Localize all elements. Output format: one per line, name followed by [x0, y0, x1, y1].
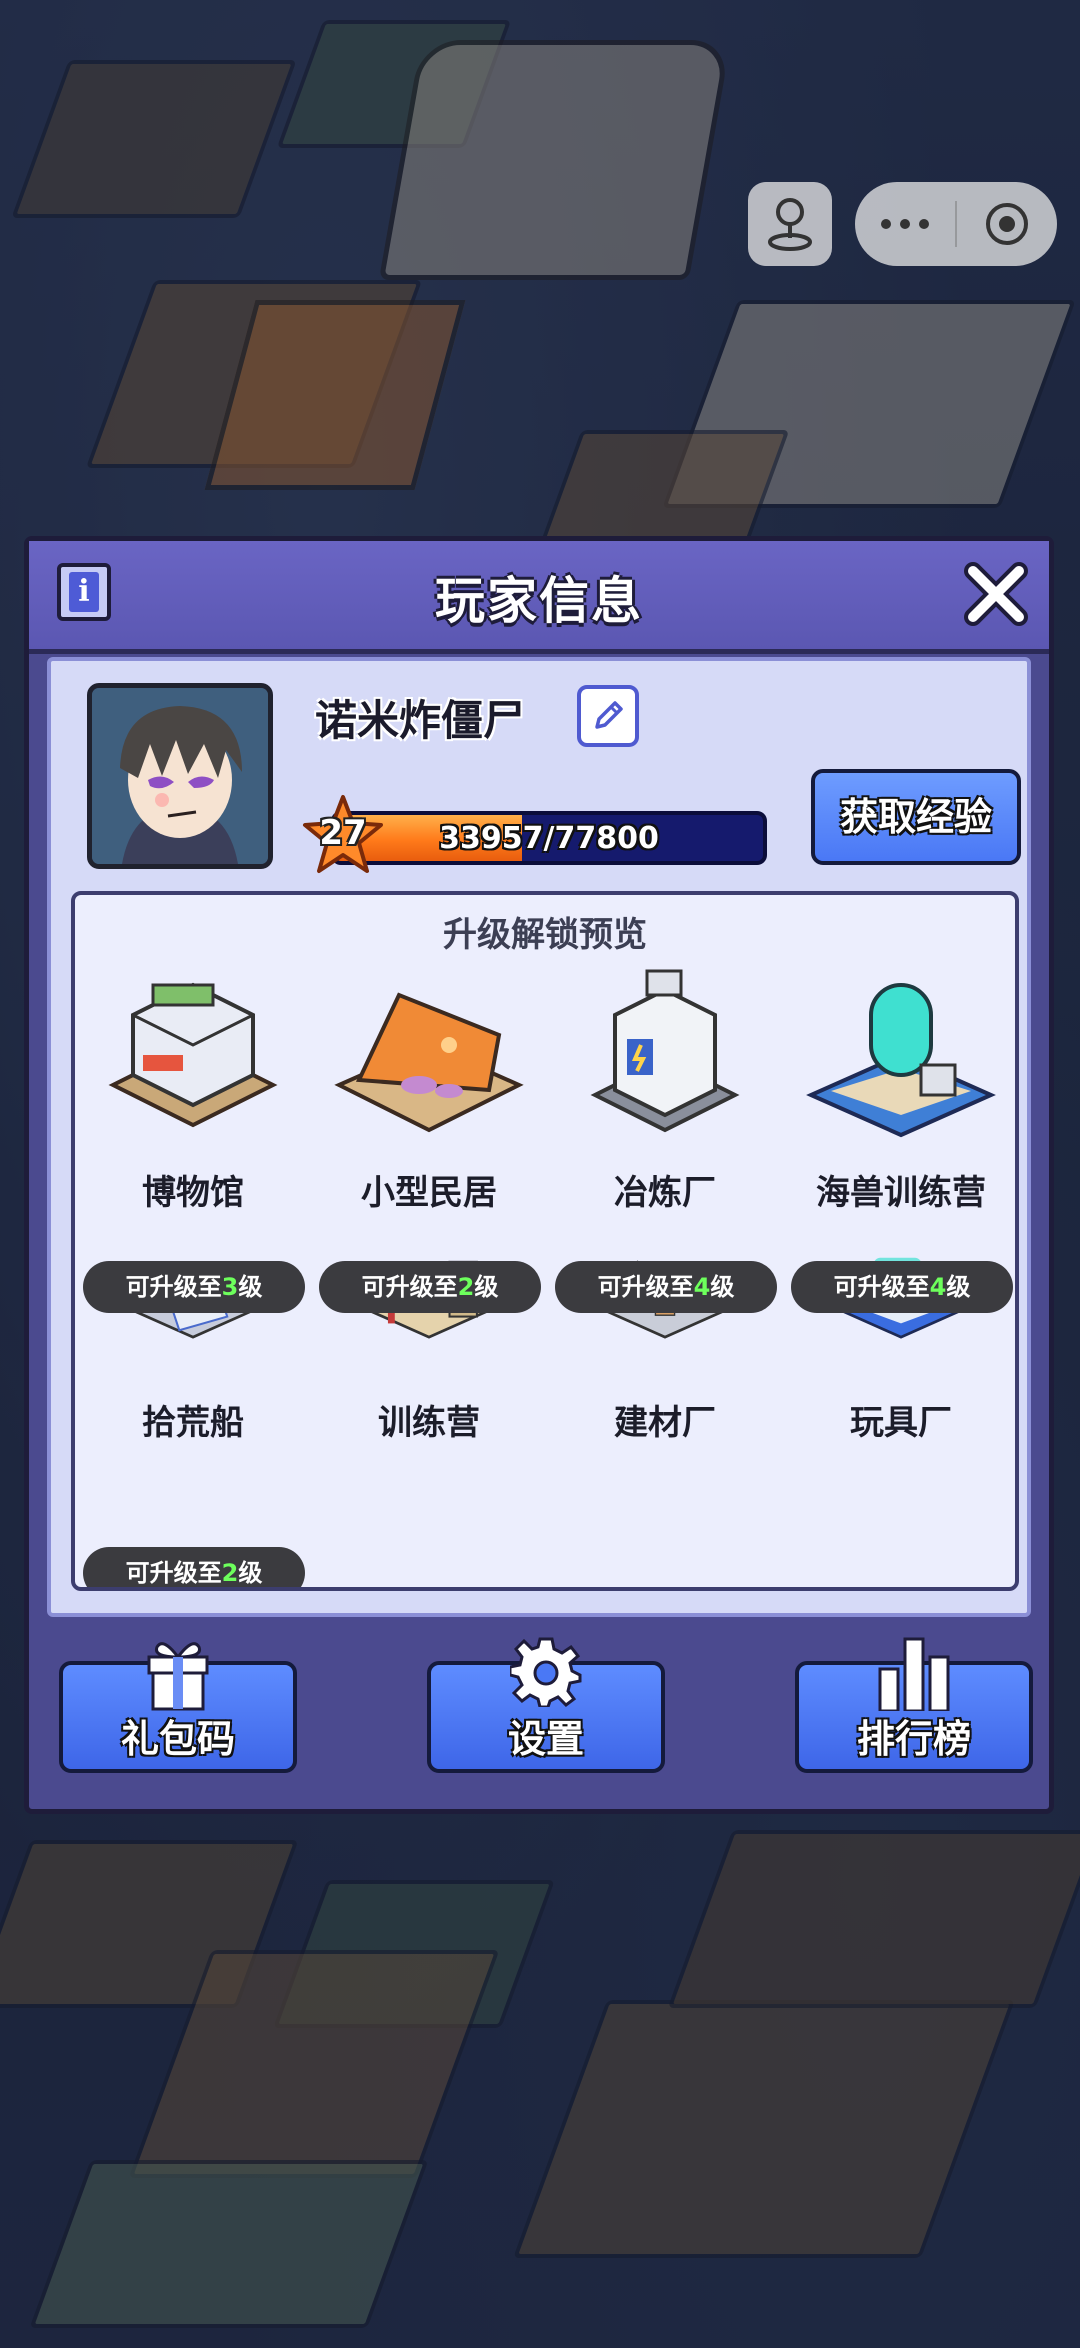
preview-title: 升级解锁预览 — [443, 915, 647, 955]
building-name: 玩具厂 — [850, 1403, 952, 1443]
player-level: 27 — [319, 813, 367, 853]
upgrade-badge: 可升级至4级 — [791, 1261, 1013, 1313]
upgrade-badge: 可升级至2级 — [83, 1547, 305, 1587]
xp-text: 33957/77800 — [439, 821, 659, 856]
more-button[interactable] — [855, 182, 955, 266]
avatar[interactable] — [87, 683, 273, 869]
upgrade-badge: 可升级至3级 — [83, 1261, 305, 1313]
building-name: 小型民居 — [361, 1173, 497, 1213]
avatar-portrait — [92, 688, 268, 864]
upgrade-badge: 可升级至2级 — [319, 1261, 541, 1313]
player-name: 诺米炸僵尸 — [315, 696, 526, 745]
gift-code-button[interactable]: 礼包码 — [59, 1642, 297, 1773]
record-icon — [986, 203, 1028, 245]
leaderboard-label: 排行榜 — [856, 1717, 971, 1761]
close-miniprogram-button[interactable] — [957, 182, 1057, 266]
leaderboard-button[interactable]: 排行榜 — [795, 1637, 1033, 1773]
close-button[interactable] — [961, 559, 1031, 629]
building-name: 海兽训练营 — [816, 1173, 986, 1213]
building-name: 博物馆 — [142, 1173, 244, 1213]
panel-content: 诺米炸僵尸 33957/77800 27 获取经验 升级解锁预览 博物馆 小型民… — [47, 657, 1031, 1617]
player-info-panel: i 玩家信息 诺米炸僵尸 33957/77800 27 获取经验 升级解锁预览 … — [24, 536, 1054, 1814]
gift-icon — [147, 1642, 209, 1711]
settings-label: 设置 — [507, 1717, 584, 1761]
building-smelter[interactable]: 冶炼厂 — [547, 965, 783, 1214]
close-icon — [964, 562, 1028, 626]
building-name: 冶炼厂 — [614, 1173, 716, 1213]
panel-header: i 玩家信息 — [29, 541, 1049, 654]
panel-title: 玩家信息 — [435, 572, 643, 630]
museum-image — [108, 982, 278, 1128]
building-name: 拾荒船 — [142, 1403, 244, 1443]
pencil-icon — [595, 701, 623, 729]
building-museum[interactable]: 博物馆 — [75, 965, 311, 1214]
smelter-image — [590, 969, 740, 1133]
edit-name-button[interactable] — [577, 685, 639, 747]
settings-button[interactable]: 设置 — [427, 1637, 665, 1773]
get-exp-button[interactable]: 获取经验 — [811, 769, 1021, 865]
building-name: 训练营 — [378, 1403, 480, 1443]
upgrade-badge: 可升级至4级 — [555, 1261, 777, 1313]
joystick-button[interactable] — [748, 182, 832, 266]
joystick-icon — [768, 198, 812, 251]
get-exp-label: 获取经验 — [839, 795, 992, 839]
bar-chart-icon — [878, 1637, 950, 1711]
building-sea-beast-camp[interactable]: 海兽训练营 — [783, 965, 1015, 1214]
gift-code-label: 礼包码 — [120, 1717, 235, 1761]
capsule-menu — [855, 182, 1057, 266]
sea-beast-camp-image — [806, 983, 996, 1138]
upgrade-unlock-preview: 升级解锁预览 博物馆 小型民居 冶炼厂 海兽训练营 拾荒船 训练营 建材厂 玩具… — [71, 891, 1019, 1591]
building-name: 建材厂 — [614, 1403, 716, 1443]
gear-icon — [510, 1637, 582, 1707]
small-house-image — [334, 992, 524, 1133]
xp-progress-bar: 33957/77800 — [331, 811, 767, 865]
building-small-house[interactable]: 小型民居 — [311, 965, 547, 1214]
more-icon — [881, 219, 929, 229]
